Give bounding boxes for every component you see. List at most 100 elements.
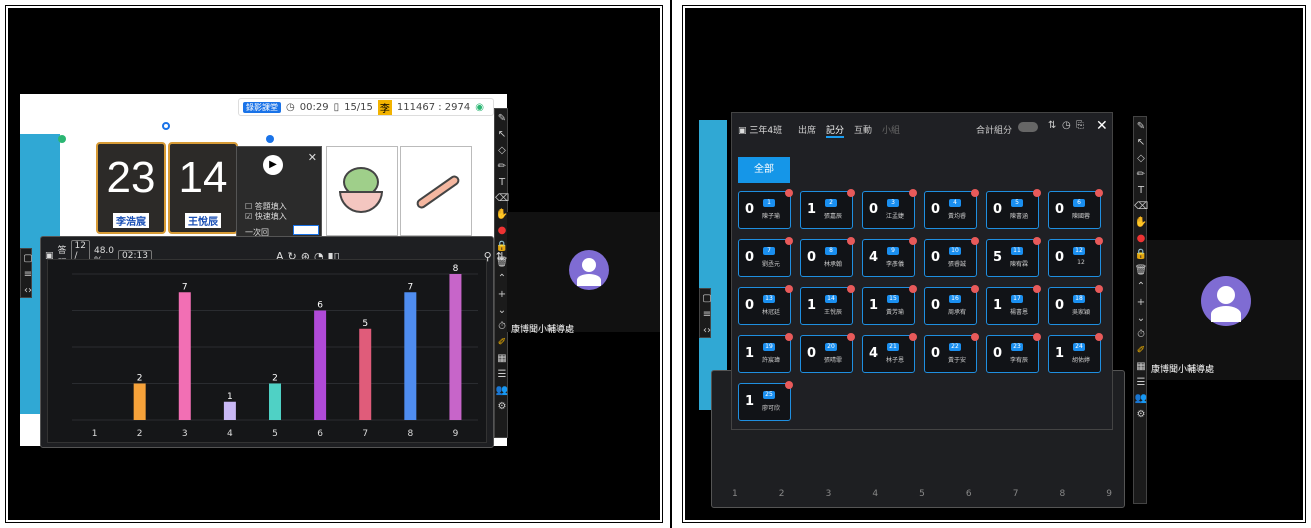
menu-icon[interactable]: ≡ <box>21 269 35 281</box>
shape-icon[interactable]: ◇ <box>1134 153 1148 165</box>
remove-icon[interactable] <box>971 237 979 245</box>
remove-icon[interactable] <box>971 333 979 341</box>
hand-icon[interactable]: ✋ <box>1134 217 1148 229</box>
student-card[interactable]: 5 11 陳宥霖 <box>986 237 1041 277</box>
student-card[interactable]: 0 10 張睿誠 <box>924 237 979 277</box>
remove-icon[interactable] <box>909 333 917 341</box>
list-icon[interactable]: ☰ <box>1134 377 1148 389</box>
student-card[interactable]: 0 20 張晴霏 <box>800 333 855 373</box>
remove-icon[interactable] <box>1033 237 1041 245</box>
people-icon[interactable]: 👥 <box>495 385 509 397</box>
eraser-icon[interactable]: ⌫ <box>495 193 509 205</box>
collapse-icon[interactable]: ⌄ <box>1134 313 1148 325</box>
remove-icon[interactable] <box>1033 189 1041 197</box>
student-card[interactable]: 0 23 李宥辰 <box>986 333 1041 373</box>
drag-handle[interactable] <box>58 135 66 143</box>
student-card[interactable]: 0 22 黃于安 <box>924 333 979 373</box>
student-card[interactable]: 0 4 黃均睿 <box>924 189 979 229</box>
pen-icon[interactable]: ✎ <box>495 113 509 125</box>
remove-icon[interactable] <box>785 237 793 245</box>
student-card[interactable]: 0 3 江孟婕 <box>862 189 917 229</box>
grid-icon[interactable]: ▦ <box>495 353 509 365</box>
tab-interact[interactable]: 互動 <box>854 123 872 136</box>
code-icon[interactable]: ‹› <box>700 325 714 337</box>
pencil-icon[interactable]: ✐ <box>1134 345 1148 357</box>
settings-icon[interactable]: ⚙ <box>1134 409 1148 421</box>
grid-icon[interactable]: ▦ <box>1134 361 1148 373</box>
remove-icon[interactable] <box>1095 285 1103 293</box>
text-icon[interactable]: T <box>495 177 509 189</box>
cursor-icon[interactable]: ↖ <box>1134 137 1148 149</box>
remove-icon[interactable] <box>785 381 793 389</box>
pen-icon[interactable]: ✎ <box>1134 121 1148 133</box>
remove-icon[interactable] <box>1095 189 1103 197</box>
total-score-toggle[interactable] <box>1018 122 1038 132</box>
student-card[interactable]: 4 9 李彥儀 <box>862 237 917 277</box>
student-card[interactable]: 1 17 楊書恩 <box>986 285 1041 325</box>
remove-icon[interactable] <box>909 189 917 197</box>
list-icon[interactable]: ☰ <box>495 369 509 381</box>
student-card[interactable]: 1 2 張嘉辰 <box>800 189 855 229</box>
tab-attendance[interactable]: 出席 <box>798 123 816 136</box>
remove-icon[interactable] <box>909 285 917 293</box>
marker-icon[interactable]: ✏ <box>1134 169 1148 181</box>
picture-card-bowl[interactable] <box>326 146 398 236</box>
history-icon[interactable]: ◷ <box>1062 120 1071 131</box>
lock-icon[interactable]: 🔒 <box>1134 249 1148 261</box>
student-card[interactable]: 1 24 胡佑婷 <box>1048 333 1103 373</box>
export-icon[interactable]: ⎘ <box>1076 120 1084 131</box>
student-card[interactable]: 0 13 林冠廷 <box>738 285 793 325</box>
score-card[interactable]: 23 李浩宸 <box>96 142 166 234</box>
remove-icon[interactable] <box>1033 333 1041 341</box>
eraser-icon[interactable]: ⌫ <box>1134 201 1148 213</box>
close-icon[interactable]: ✕ <box>1096 118 1108 134</box>
plus-icon[interactable]: + <box>1134 297 1148 309</box>
menu-icon[interactable]: ≡ <box>700 309 714 321</box>
remove-icon[interactable] <box>847 189 855 197</box>
expand-icon[interactable]: ⌃ <box>1134 281 1148 293</box>
student-card[interactable]: 0 8 林承翰 <box>800 237 855 277</box>
student-card[interactable]: 0 16 周承宥 <box>924 285 979 325</box>
sort-icon[interactable]: ⇅ <box>1048 120 1056 131</box>
remove-icon[interactable] <box>785 333 793 341</box>
text-icon[interactable]: T <box>1134 185 1148 197</box>
play-icon[interactable]: ▶ <box>263 155 283 175</box>
close-icon[interactable]: ✕ <box>308 151 317 164</box>
timer-icon[interactable]: ⏱ <box>1134 329 1148 341</box>
remove-icon[interactable] <box>1095 333 1103 341</box>
marker-icon[interactable]: ✏ <box>495 161 509 173</box>
score-card[interactable]: 14 王悅辰 <box>168 142 238 234</box>
student-card[interactable]: 1 25 廖可欣 <box>738 381 793 421</box>
tab-group[interactable]: 小組 <box>882 123 900 136</box>
record-chip[interactable]: 錄影課堂 <box>243 101 281 113</box>
record-icon[interactable]: ● <box>1134 233 1148 245</box>
all-filter-button[interactable]: 全部 <box>738 157 790 183</box>
student-card[interactable]: 1 19 許宸瑋 <box>738 333 793 373</box>
tab-score[interactable]: 記分 <box>826 123 845 138</box>
remove-icon[interactable] <box>847 333 855 341</box>
remove-icon[interactable] <box>1033 285 1041 293</box>
people-icon[interactable]: 👥 <box>1134 393 1148 405</box>
window-icon[interactable]: ▢ <box>700 293 714 305</box>
trash-icon[interactable]: 🗑 <box>1134 265 1148 277</box>
remove-icon[interactable] <box>971 285 979 293</box>
shape-icon[interactable]: ◇ <box>495 145 509 157</box>
remove-icon[interactable] <box>1095 237 1103 245</box>
student-card[interactable]: 1 15 黃芳瑜 <box>862 285 917 325</box>
student-card[interactable]: 0 1 陳子瑜 <box>738 189 793 229</box>
remove-icon[interactable] <box>847 237 855 245</box>
cursor-icon[interactable]: ↖ <box>495 129 509 141</box>
remove-icon[interactable] <box>785 189 793 197</box>
rotate-handle[interactable] <box>162 122 170 130</box>
student-card[interactable]: 0 5 陳書涵 <box>986 189 1041 229</box>
window-icon[interactable]: ▢ <box>21 253 35 265</box>
settings-icon[interactable]: ⚙ <box>495 401 509 413</box>
student-card[interactable]: 0 7 劉丞元 <box>738 237 793 277</box>
code-icon[interactable]: ‹› <box>21 285 35 297</box>
student-card[interactable]: 1 14 王悅辰 <box>800 285 855 325</box>
remove-icon[interactable] <box>971 189 979 197</box>
student-card[interactable]: 0 18 吳家穎 <box>1048 285 1103 325</box>
resize-handle[interactable] <box>266 135 274 143</box>
remove-icon[interactable] <box>785 285 793 293</box>
student-card[interactable]: 4 21 林子恩 <box>862 333 917 373</box>
